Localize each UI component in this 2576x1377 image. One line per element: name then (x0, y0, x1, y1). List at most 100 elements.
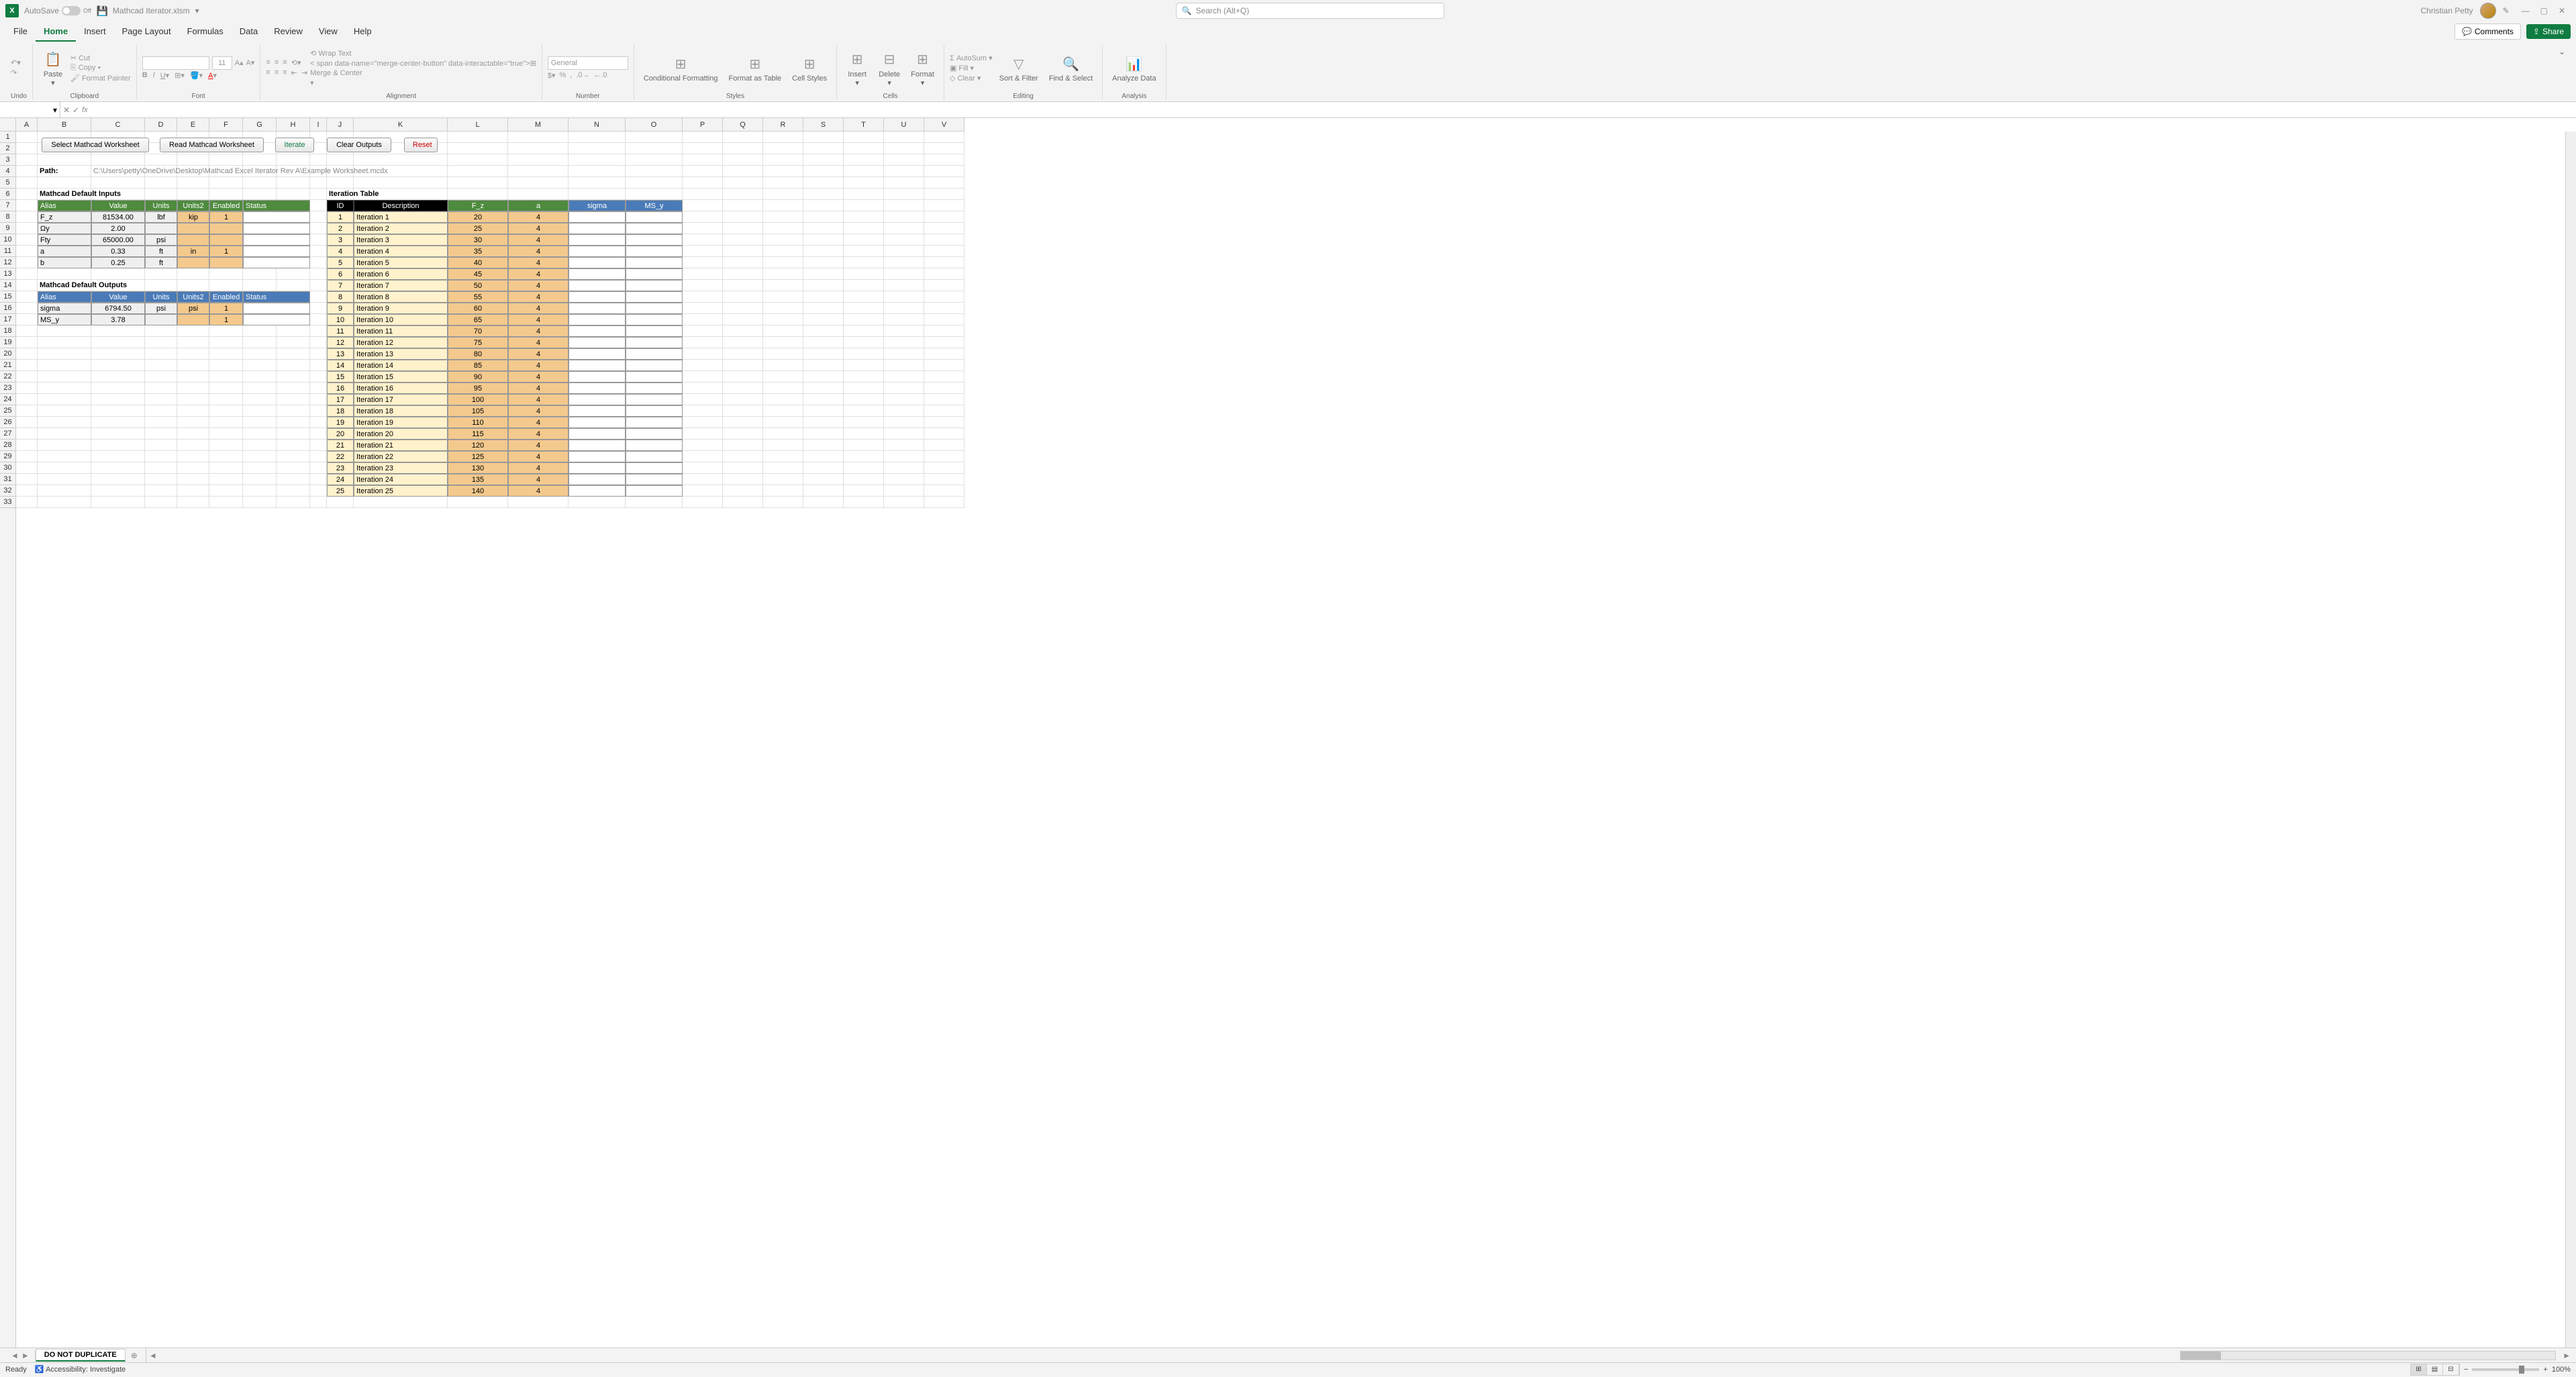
cell-Q10[interactable] (723, 234, 763, 246)
cell-H23[interactable] (277, 382, 310, 394)
maximize-icon[interactable]: ▢ (2540, 6, 2548, 15)
cell-Q32[interactable] (723, 485, 763, 497)
overlay-D7[interactable]: Units (145, 200, 177, 211)
overlay-K30[interactable]: Iteration 23 (354, 462, 448, 474)
col-header-S[interactable]: S (803, 118, 844, 131)
reset-button[interactable]: Reset (404, 138, 438, 152)
cell-I3[interactable] (310, 154, 327, 166)
overlay-F12[interactable] (209, 257, 243, 268)
sort-filter-button[interactable]: ▽ Sort & Filter (995, 54, 1042, 83)
cell-P30[interactable] (683, 462, 723, 474)
cell-F24[interactable] (209, 394, 243, 405)
cell-O1[interactable] (626, 132, 683, 143)
overlay-K17[interactable]: Iteration 10 (354, 314, 448, 325)
cell-F26[interactable] (209, 417, 243, 428)
align-middle-icon[interactable]: ≡ (275, 58, 279, 67)
avatar[interactable] (2480, 3, 2496, 19)
cell-U25[interactable] (884, 405, 924, 417)
format-as-table-button[interactable]: ⊞ Format as Table (724, 54, 785, 83)
col-header-U[interactable]: U (884, 118, 924, 131)
cell-A12[interactable] (16, 257, 38, 268)
col-header-Q[interactable]: Q (723, 118, 763, 131)
cell-R21[interactable] (763, 360, 803, 371)
cell-U21[interactable] (884, 360, 924, 371)
cell-G23[interactable] (243, 382, 277, 394)
cell-V24[interactable] (924, 394, 964, 405)
overlay-D15[interactable]: Units (145, 291, 177, 303)
cell-S7[interactable] (803, 200, 844, 211)
cell-N33[interactable] (568, 497, 626, 508)
row-header-24[interactable]: 24 (0, 394, 15, 405)
cell-S25[interactable] (803, 405, 844, 417)
overlay-J11[interactable]: 4 (327, 246, 354, 257)
cell-B20[interactable] (38, 348, 91, 360)
cell-Q15[interactable] (723, 291, 763, 303)
overlay-E17[interactable] (177, 314, 209, 325)
cell-T16[interactable] (844, 303, 884, 314)
chevron-down-icon[interactable]: ▾ (53, 105, 57, 115)
cell-I9[interactable] (310, 223, 327, 234)
overlay-O16[interactable] (626, 303, 683, 314)
cell-P18[interactable] (683, 325, 723, 337)
cell-A31[interactable] (16, 474, 38, 485)
cell-F5[interactable] (209, 177, 243, 189)
overlay-K25[interactable]: Iteration 18 (354, 405, 448, 417)
cell-T23[interactable] (844, 382, 884, 394)
cell-U6[interactable] (884, 189, 924, 200)
cell-T26[interactable] (844, 417, 884, 428)
cell-P31[interactable] (683, 474, 723, 485)
cell-V9[interactable] (924, 223, 964, 234)
cell-G6[interactable] (243, 189, 277, 200)
clear-button[interactable]: ◇ Clear ▾ (950, 74, 993, 83)
cell-G33[interactable] (243, 497, 277, 508)
col-header-A[interactable]: A (16, 118, 38, 131)
cell-G21[interactable] (243, 360, 277, 371)
overlay-K23[interactable]: Iteration 16 (354, 382, 448, 394)
overlay-E15[interactable]: Units2 (177, 291, 209, 303)
cell-M1[interactable] (508, 132, 568, 143)
row-header-2[interactable]: 2 (0, 143, 15, 154)
cell-B26[interactable] (38, 417, 91, 428)
overlay-F9[interactable] (209, 223, 243, 234)
overlay-N7[interactable]: sigma (568, 200, 626, 211)
overlay-M32[interactable]: 4 (508, 485, 568, 497)
cell-I20[interactable] (310, 348, 327, 360)
cell-K3[interactable] (354, 154, 448, 166)
cell-P15[interactable] (683, 291, 723, 303)
overlay-N22[interactable] (568, 371, 626, 382)
cell-F22[interactable] (209, 371, 243, 382)
cell-C24[interactable] (91, 394, 145, 405)
cell-B29[interactable] (38, 451, 91, 462)
row-header-31[interactable]: 31 (0, 474, 15, 485)
cell-F30[interactable] (209, 462, 243, 474)
cell-Q23[interactable] (723, 382, 763, 394)
sheet-tab[interactable]: DO NOT DUPLICATE (36, 1349, 126, 1362)
cell-C31[interactable] (91, 474, 145, 485)
cell-D25[interactable] (145, 405, 177, 417)
cell-V12[interactable] (924, 257, 964, 268)
tab-review[interactable]: Review (266, 22, 311, 42)
row-header-32[interactable]: 32 (0, 485, 15, 497)
cell-L1[interactable] (448, 132, 508, 143)
cell-Q6[interactable] (723, 189, 763, 200)
overlay-B11[interactable]: a (38, 246, 91, 257)
overlay-B7[interactable]: Alias (38, 200, 91, 211)
overlay-J14[interactable]: 7 (327, 280, 354, 291)
cell-E27[interactable] (177, 428, 209, 440)
overlay-N20[interactable] (568, 348, 626, 360)
cell-I8[interactable] (310, 211, 327, 223)
cell-R10[interactable] (763, 234, 803, 246)
cell-U29[interactable] (884, 451, 924, 462)
cell-U16[interactable] (884, 303, 924, 314)
cell-E25[interactable] (177, 405, 209, 417)
col-header-V[interactable]: V (924, 118, 964, 131)
overlay-D12[interactable]: ft (145, 257, 177, 268)
row-header-3[interactable]: 3 (0, 154, 15, 166)
cell-B24[interactable] (38, 394, 91, 405)
cell-L6[interactable] (448, 189, 508, 200)
cell-D19[interactable] (145, 337, 177, 348)
overlay-N30[interactable] (568, 462, 626, 474)
cell-G32[interactable] (243, 485, 277, 497)
cell-Q1[interactable] (723, 132, 763, 143)
comma-icon[interactable]: , (570, 71, 572, 80)
